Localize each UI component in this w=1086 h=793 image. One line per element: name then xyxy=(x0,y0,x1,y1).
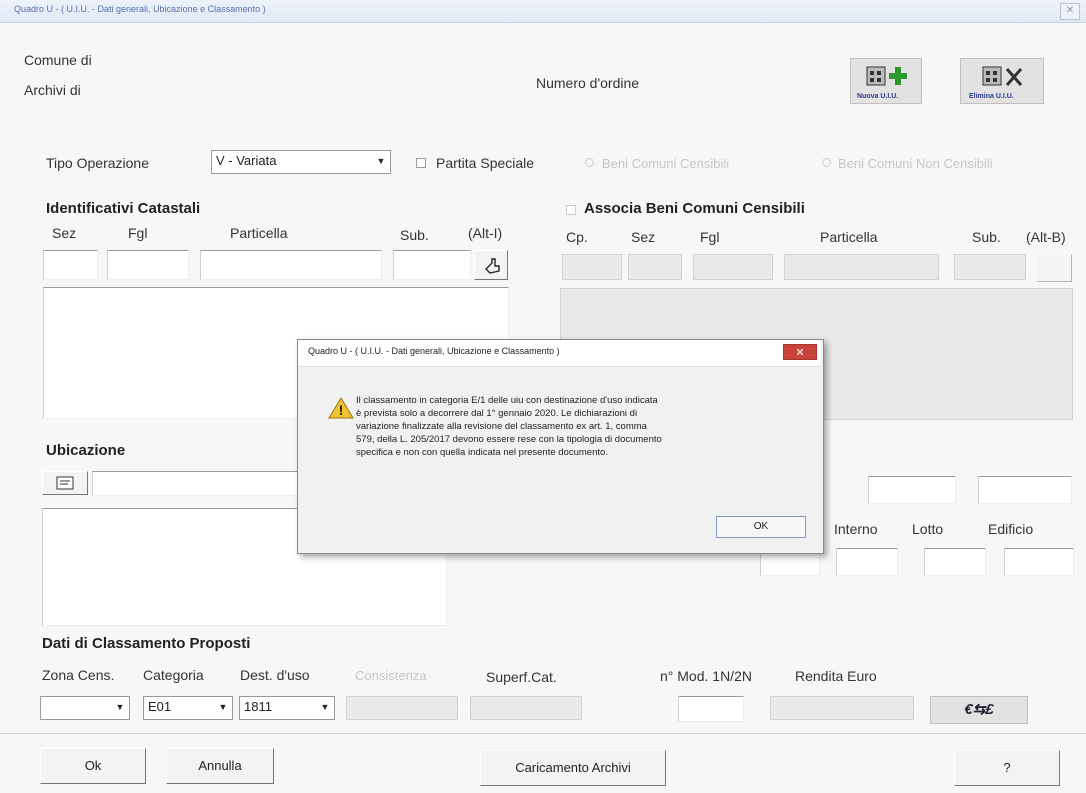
lotto-label: Lotto xyxy=(912,521,944,537)
particella-input[interactable] xyxy=(200,250,382,280)
address-card-icon xyxy=(56,476,74,490)
edificio-input[interactable] xyxy=(1004,548,1074,576)
edificio-label: Edificio xyxy=(988,521,1034,537)
associa-col-sez: Sez xyxy=(631,229,656,245)
nuova-uiu-button[interactable]: Nuova U.I.U. xyxy=(850,58,922,104)
ubicazione-title: Ubicazione xyxy=(46,442,126,459)
n-mod-label: n° Mod. 1N/2N xyxy=(660,668,752,684)
dialog-message-line: 579, della L. 205/2017 devono essere res… xyxy=(356,434,662,445)
fgl-input[interactable] xyxy=(107,250,189,280)
consistenza-label: Consistenza xyxy=(355,668,427,683)
nuova-uiu-label: Nuova U.I.U. xyxy=(857,93,899,100)
ubicazione-indirizzo-input[interactable] xyxy=(92,471,302,496)
associa-cp-select[interactable] xyxy=(562,254,622,280)
help-button[interactable]: ? xyxy=(954,750,1060,786)
insert-associa-button[interactable] xyxy=(1036,254,1072,282)
dialog-close-button[interactable]: ✕ xyxy=(783,344,817,360)
window-title: Quadro U - ( U.I.U. - Dati generali, Ubi… xyxy=(14,4,266,14)
rendita-input[interactable] xyxy=(770,696,914,720)
chevron-down-icon: ▼ xyxy=(218,702,228,712)
dest-uso-value: 1811 xyxy=(244,699,272,714)
chevron-down-icon: ▼ xyxy=(376,156,386,166)
archivi-label: Archivi di xyxy=(24,82,81,98)
building-add-icon xyxy=(866,66,907,86)
lotto-input[interactable] xyxy=(924,548,986,576)
svg-text:!: ! xyxy=(339,402,344,418)
annulla-button[interactable]: Annulla xyxy=(166,748,274,784)
rendita-label: Rendita Euro xyxy=(795,668,877,684)
numero-ordine-label: Numero d'ordine xyxy=(536,75,640,91)
footer-divider xyxy=(0,733,1086,734)
ubicazione-lookup-button[interactable] xyxy=(42,471,88,495)
caricamento-archivi-button[interactable]: Caricamento Archivi xyxy=(480,750,666,786)
currency-convert-button[interactable]: €⇆£ xyxy=(930,696,1028,724)
associa-sub-input[interactable] xyxy=(954,254,1026,280)
associa-checkbox[interactable] xyxy=(566,205,576,215)
chevron-down-icon: ▼ xyxy=(115,702,125,712)
associa-title: Associa Beni Comuni Censibili xyxy=(584,200,805,217)
dialog-message-line: specifica e non con quella indicata nel … xyxy=(356,447,608,458)
interno-input[interactable] xyxy=(836,548,898,576)
zona-cens-select[interactable]: ▼ xyxy=(40,696,130,720)
col-fgl-label: Fgl xyxy=(128,225,148,241)
identificativi-title: Identificativi Catastali xyxy=(46,200,201,217)
ubicazione-extra-input-1[interactable] xyxy=(868,476,956,504)
beni-non-censibili-radio[interactable] xyxy=(822,158,831,167)
elimina-uiu-label: Elimina U.I.U. xyxy=(969,93,1014,100)
col-particella-label: Particella xyxy=(230,225,288,241)
superf-cat-input[interactable] xyxy=(470,696,582,720)
insert-identificativo-button[interactable] xyxy=(474,250,508,280)
associa-col-cp: Cp. xyxy=(566,229,588,245)
window-close-button[interactable]: ✕ xyxy=(1060,3,1080,20)
dialog-message-line: variazione finalizzate alla revisione de… xyxy=(356,421,647,432)
ok-button[interactable]: Ok xyxy=(40,748,146,784)
dialog-message-line: è prevista solo a decorrere dal 1° genna… xyxy=(356,408,638,419)
sub-input[interactable] xyxy=(393,250,471,280)
chevron-down-icon: ▼ xyxy=(320,702,330,712)
ubicazione-extra-input-2[interactable] xyxy=(978,476,1072,504)
pointer-hand-icon xyxy=(485,258,500,274)
beni-censibili-label: Beni Comuni Censibili xyxy=(602,156,730,171)
col-sub-label: Sub. xyxy=(400,227,429,243)
tipo-operazione-label: Tipo Operazione xyxy=(46,155,149,171)
zona-cens-label: Zona Cens. xyxy=(42,667,115,683)
beni-non-censibili-label: Beni Comuni Non Censibili xyxy=(838,156,993,171)
associa-col-particella: Particella xyxy=(820,229,878,245)
tipo-operazione-select[interactable]: V - Variata ▼ xyxy=(211,150,391,174)
sez-input[interactable] xyxy=(43,250,98,280)
warning-dialog: Quadro U - ( U.I.U. - Dati generali, Ubi… xyxy=(297,339,824,554)
superf-cat-label: Superf.Cat. xyxy=(486,669,557,685)
elimina-uiu-button[interactable]: Elimina U.I.U. xyxy=(960,58,1044,104)
tipo-operazione-value: V - Variata xyxy=(216,153,277,168)
col-sez-label: Sez xyxy=(52,225,77,241)
associa-fgl-input[interactable] xyxy=(693,254,773,280)
dest-uso-label: Dest. d'uso xyxy=(240,667,310,683)
categoria-label: Categoria xyxy=(143,667,204,683)
partita-speciale-label: Partita Speciale xyxy=(436,155,535,171)
dialog-message-line: Il classamento in categoria E/1 delle ui… xyxy=(356,395,658,406)
n-mod-input[interactable] xyxy=(678,696,744,722)
dialog-message: Il classamento in categoria E/1 delle ui… xyxy=(356,394,796,459)
classamento-title: Dati di Classamento Proposti xyxy=(42,635,251,652)
dialog-title: Quadro U - ( U.I.U. - Dati generali, Ubi… xyxy=(308,346,560,356)
warning-icon: ! xyxy=(328,397,354,419)
comune-label: Comune di xyxy=(24,52,92,68)
categoria-select[interactable]: E01 ▼ xyxy=(143,696,233,720)
alt-i-label: (Alt-I) xyxy=(468,225,503,241)
consistenza-input[interactable] xyxy=(346,696,458,720)
categoria-value: E01 xyxy=(148,699,172,714)
associa-col-sub: Sub. xyxy=(972,229,1001,245)
interno-label: Interno xyxy=(834,521,878,537)
dialog-titlebar: Quadro U - ( U.I.U. - Dati generali, Ubi… xyxy=(298,340,821,367)
dialog-ok-button[interactable]: OK xyxy=(716,516,806,538)
associa-col-fgl: Fgl xyxy=(700,229,720,245)
partita-speciale-checkbox[interactable] xyxy=(416,158,426,168)
associa-particella-input[interactable] xyxy=(784,254,939,280)
building-delete-icon xyxy=(982,66,1023,86)
associa-sez-input[interactable] xyxy=(628,254,682,280)
beni-censibili-radio[interactable] xyxy=(585,158,594,167)
window-titlebar: Quadro U - ( U.I.U. - Dati generali, Ubi… xyxy=(0,0,1086,23)
alt-b-label: (Alt-B) xyxy=(1026,229,1066,245)
dest-uso-select[interactable]: 1811 ▼ xyxy=(239,696,335,720)
